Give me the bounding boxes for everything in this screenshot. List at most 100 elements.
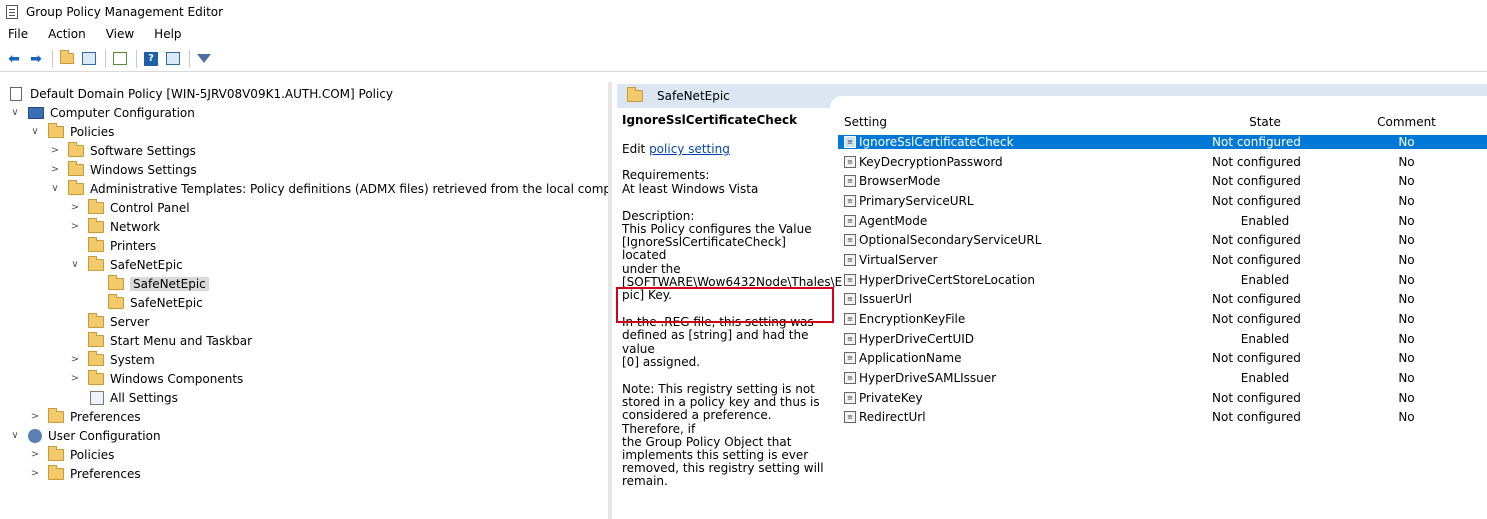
chevron-right-icon[interactable]: > [30,449,40,460]
tree-node-label: Preferences [70,409,141,424]
chevron-right-icon[interactable]: > [70,373,80,384]
chevron-down-icon[interactable]: ∨ [50,183,60,194]
comment-cell: No [1326,134,1487,149]
tree-node-policies[interactable]: ∨ Policies [30,122,114,141]
setting-row[interactable]: ≡ BrowserMode Not configured No [838,171,1487,191]
settings-list[interactable]: Setting State Comment ≡ IgnoreSslCertific… [838,112,1487,427]
setting-row[interactable]: ≡ KeyDecryptionPassword Not configured No [838,152,1487,172]
comment-cell: No [1398,292,1415,307]
chevron-right-icon[interactable]: > [30,468,40,479]
setting-row[interactable]: ≡ VirtualServer Not configured No [838,250,1487,270]
setting-name: HyperDriveSAMLIssuer [859,371,997,386]
setting-row[interactable]: ≡ IgnoreSslCertificateCheck Not configured… [838,132,1487,152]
setting-row[interactable]: ≡ PrimaryServiceURL Not configured No [838,191,1487,211]
tree-node-preferences[interactable]: > Preferences [30,407,141,426]
console-tree[interactable]: Default Domain Policy [WIN-5JRV08V09K1.A… [0,82,612,519]
policy-setting-link[interactable]: policy setting [649,142,730,156]
filter-icon[interactable] [196,51,212,67]
policy-setting-icon: ≡ [844,135,856,148]
chevron-right-icon[interactable]: > [50,164,60,175]
setting-cell: ≡ OptionalSecondaryServiceURL [838,233,1204,247]
menu-action[interactable]: Action [46,26,88,42]
chevron-down-icon[interactable]: ∨ [30,126,40,137]
setting-row[interactable]: ≡ HyperDriveSAMLIssuer Enabled No [838,368,1487,388]
tree-node-label: SafeNetEpic [130,295,203,310]
comment-cell: No [1398,233,1415,248]
tree-node-label: Default Domain Policy [WIN-5JRV08V09K1.A… [30,86,394,101]
tree-node-computer-configuration[interactable]: ∨ Computer Configuration [10,103,195,122]
menu-view[interactable]: View [104,26,136,42]
menu-file[interactable]: File [6,26,30,42]
tree-node-server[interactable]: Server [88,312,149,331]
column-header-comment[interactable]: Comment [1326,115,1487,129]
tree-node-user-policies[interactable]: > Policies [30,445,114,464]
back-arrow-icon[interactable]: ⬅ [6,51,22,67]
show-hide-tree-icon[interactable] [81,51,97,67]
chevron-right-icon[interactable]: > [50,145,60,156]
tree-node-system[interactable]: > System [70,350,155,369]
list-rows: ≡ IgnoreSslCertificateCheck Not configured… [838,132,1487,427]
state-cell: Not configured [1212,410,1301,425]
tree-node-user-configuration[interactable]: ∨ User Configuration [10,426,161,445]
tree-node-software-settings[interactable]: > Software Settings [50,141,196,160]
tree-node-safenetepic-parent[interactable]: ∨ SafeNetEpic [70,255,183,274]
setting-row[interactable]: ≡ OptionalSecondaryServiceURL Not configur… [838,230,1487,250]
state-cell: Not configured [1212,154,1301,169]
chevron-right-icon[interactable]: > [70,354,80,365]
setting-name: RedirectUrl [859,410,926,425]
state-cell: Enabled [1240,272,1290,287]
setting-row[interactable]: ≡ RedirectUrl Not configured No [838,408,1487,428]
window-title: Group Policy Management Editor [26,5,224,19]
setting-name: EncryptionKeyFile [859,312,966,327]
tree-node-control-panel[interactable]: > Control Panel [70,198,190,217]
column-header-setting[interactable]: Setting [838,115,1204,129]
tree-node-all-settings[interactable]: All Settings [90,388,178,407]
tree-node-printers[interactable]: Printers [88,236,156,255]
tree-node-label: System [110,352,155,367]
comment-cell: No [1398,390,1415,405]
setting-name: IssuerUrl [859,292,913,307]
chevron-right-icon[interactable]: > [70,221,80,232]
export-list-icon[interactable] [112,51,128,67]
setting-row[interactable]: ≡ ApplicationName Not configured No [838,349,1487,369]
setting-row[interactable]: ≡ PrivateKey Not configured No [838,388,1487,408]
tree-node-safenetepic-selected[interactable]: SafeNetEpic [108,274,209,293]
tree-node-label: Printers [110,238,157,253]
menu-help[interactable]: Help [152,26,183,42]
column-header-state[interactable]: State [1204,115,1326,129]
all-settings-icon [90,390,104,405]
tree-node-root[interactable]: Default Domain Policy [WIN-5JRV08V09K1.A… [10,84,393,103]
chevron-down-icon[interactable]: ∨ [70,259,80,270]
tree-node-windows-components[interactable]: > Windows Components [70,369,243,388]
setting-name: HyperDriveCertStoreLocation [859,272,1035,287]
state-cell: Enabled [1240,213,1290,228]
chevron-down-icon[interactable]: ∨ [10,107,20,118]
setting-row[interactable]: ≡ HyperDriveCertUID Enabled No [838,329,1487,349]
setting-cell: ≡ PrivateKey [838,391,1204,405]
help-icon[interactable]: ? [143,51,159,67]
up-folder-icon[interactable] [59,50,75,67]
setting-row[interactable]: ≡ AgentMode Enabled No [838,211,1487,231]
reg-text: [0] assigned. [622,354,701,369]
policy-document-icon [10,86,22,101]
tree-node-label: Start Menu and Taskbar [110,333,253,348]
tree-node-windows-settings[interactable]: > Windows Settings [50,160,197,179]
setting-row[interactable]: ≡ EncryptionKeyFile Not configured No [838,309,1487,329]
tree-node-safenetepic-second[interactable]: SafeNetEpic [108,293,203,312]
state-cell: Enabled [1240,371,1290,386]
tree-node-start-menu[interactable]: Start Menu and Taskbar [88,331,252,350]
chevron-down-icon[interactable]: ∨ [10,430,20,441]
chevron-right-icon[interactable]: > [70,202,80,213]
setting-row[interactable]: ≡ HyperDriveCertStoreLocation Enabled No [838,270,1487,290]
chevron-right-icon[interactable]: > [30,411,40,422]
comment-cell: No [1398,213,1415,228]
policy-setting-icon: ≡ [844,391,856,404]
setting-row[interactable]: ≡ IssuerUrl Not configured No [838,290,1487,310]
properties-icon[interactable] [165,51,181,67]
tree-node-label: Control Panel [110,200,190,215]
tree-node-network[interactable]: > Network [70,217,160,236]
tree-node-user-preferences[interactable]: > Preferences [30,464,141,483]
setting-name: AgentMode [859,213,928,228]
forward-arrow-icon[interactable]: ➡ [28,51,44,67]
tree-node-administrative-templates[interactable]: ∨ Administrative Templates: Policy defin… [50,179,608,198]
